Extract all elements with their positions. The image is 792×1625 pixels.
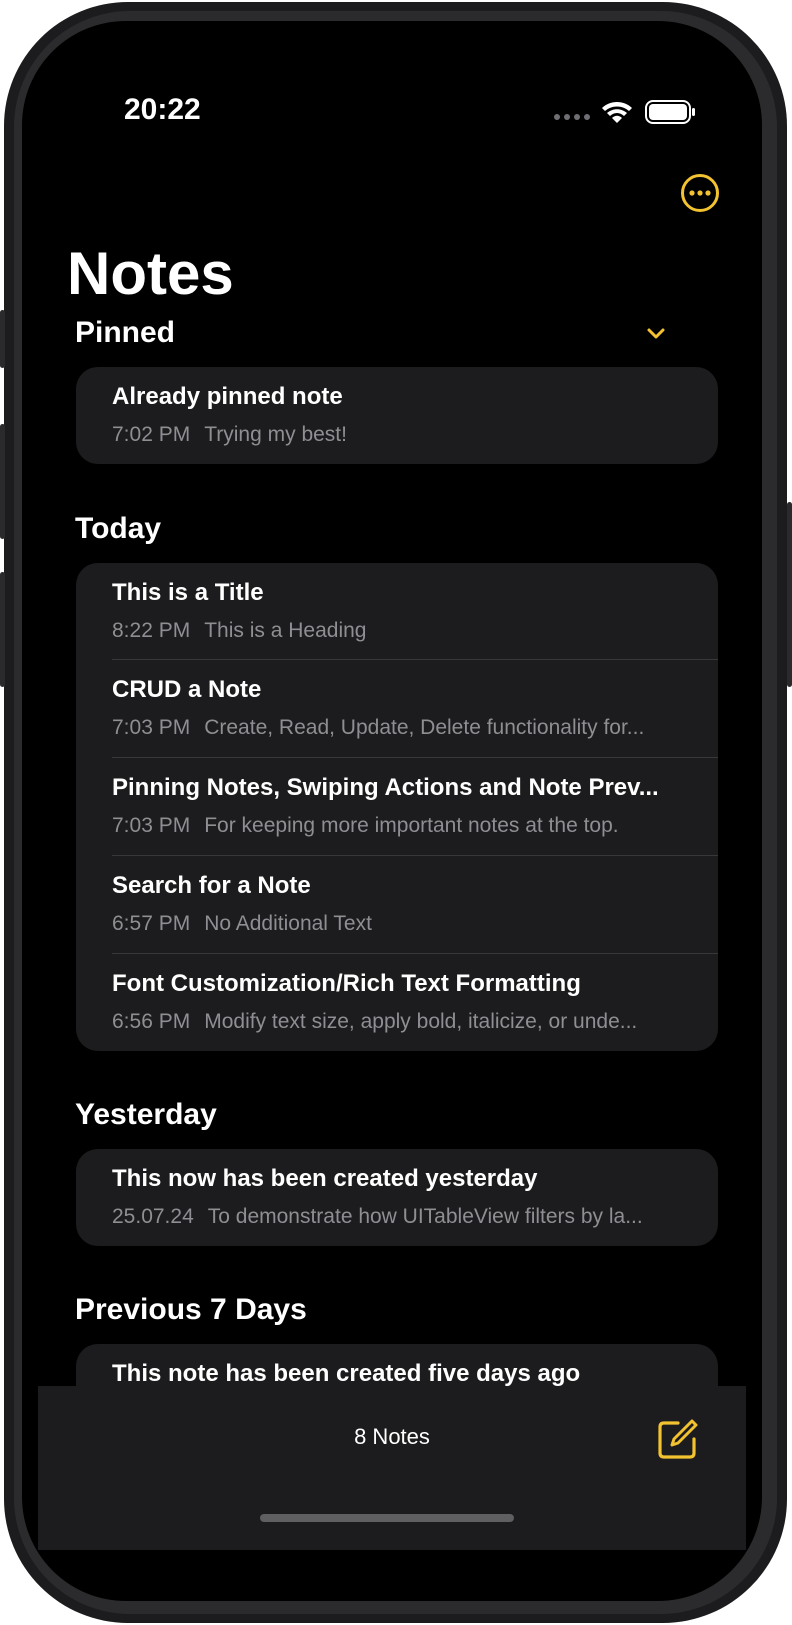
note-row[interactable]: This is a Title 8:22 PM This is a Heading xyxy=(76,563,718,660)
note-row[interactable]: Font Customization/Rich Text Formatting … xyxy=(76,954,718,1051)
note-time: 8:22 PM xyxy=(112,619,191,642)
note-meta: 7:02 PM Trying my best! xyxy=(112,423,702,447)
note-time: 6:57 PM xyxy=(112,912,191,935)
volume-down-button xyxy=(0,572,5,687)
status-time: 20:22 xyxy=(124,93,201,126)
section-header-previous-7-days: Previous 7 Days xyxy=(75,1293,307,1326)
section-header-yesterday: Yesterday xyxy=(75,1098,217,1131)
note-time: 7:02 PM xyxy=(112,423,191,446)
note-row[interactable]: Search for a Note 6:57 PM No Additional T… xyxy=(76,856,718,954)
bottom-toolbar: 8 Notes xyxy=(38,1386,746,1550)
home-indicator xyxy=(260,1514,514,1522)
note-time: 25.07.24 xyxy=(112,1205,194,1228)
note-preview: Create, Read, Update, Delete functionali… xyxy=(204,716,645,739)
note-row[interactable]: This now has been created yesterday 25.0… xyxy=(76,1149,718,1246)
note-meta: 7:03 PM Create, Read, Update, Delete func… xyxy=(112,716,702,740)
note-meta: 8:22 PM This is a Heading xyxy=(112,619,702,643)
note-preview: Modify text size, apply bold, italicize,… xyxy=(204,1010,638,1033)
note-time: 6:56 PM xyxy=(112,1010,191,1033)
note-meta: 6:57 PM No Additional Text xyxy=(112,912,702,936)
yesterday-notes-list: This now has been created yesterday 25.0… xyxy=(76,1149,718,1246)
compose-icon[interactable] xyxy=(656,1417,700,1461)
note-title: This is a Title xyxy=(112,579,264,606)
mute-switch xyxy=(0,310,5,368)
note-title: This now has been created yesterday xyxy=(112,1165,538,1192)
chevron-down-icon[interactable] xyxy=(643,321,669,347)
volume-up-button xyxy=(0,424,5,539)
screen: 20:22 Notes Pinned Already pinned note 7… xyxy=(22,21,762,1601)
cellular-signal-icon xyxy=(554,114,590,120)
note-meta: 7:03 PM For keeping more important notes … xyxy=(112,814,702,838)
note-meta: 25.07.24 To demonstrate how UITableView f… xyxy=(112,1205,702,1229)
section-header-today: Today xyxy=(75,512,162,545)
today-notes-list: This is a Title 8:22 PM This is a Heading… xyxy=(76,563,718,1051)
battery-icon xyxy=(645,100,695,124)
section-header-pinned: Pinned xyxy=(75,316,176,349)
note-count: 8 Notes xyxy=(354,1424,430,1449)
note-preview: To demonstrate how UITableView filters b… xyxy=(207,1205,643,1228)
note-time: 7:03 PM xyxy=(112,716,191,739)
note-time: 7:03 PM xyxy=(112,814,191,837)
note-title: Search for a Note xyxy=(112,872,311,899)
note-preview: Trying my best! xyxy=(204,423,347,446)
ellipsis-circle-icon[interactable] xyxy=(680,173,720,213)
note-title: CRUD a Note xyxy=(112,676,262,703)
note-preview: For keeping more important notes at the … xyxy=(204,814,619,837)
note-preview: This is a Heading xyxy=(204,619,367,642)
note-title: This note has been created five days ago xyxy=(112,1360,581,1387)
page-title: Notes xyxy=(67,240,234,307)
note-meta: 6:56 PM Modify text size, apply bold, ita… xyxy=(112,1010,702,1034)
note-title: Already pinned note xyxy=(112,383,343,410)
note-preview: No Additional Text xyxy=(204,912,372,935)
note-row[interactable]: Pinning Notes, Swiping Actions and Note … xyxy=(76,758,718,856)
note-title: Pinning Notes, Swiping Actions and Note … xyxy=(112,774,659,801)
status-icons xyxy=(554,100,695,124)
note-row[interactable]: Already pinned note 7:02 PM Trying my bes… xyxy=(76,367,718,464)
wifi-icon xyxy=(602,102,632,123)
note-title: Font Customization/Rich Text Formatting xyxy=(112,970,581,997)
pinned-notes-list: Already pinned note 7:02 PM Trying my bes… xyxy=(76,367,718,464)
power-button xyxy=(787,502,792,687)
note-row[interactable]: CRUD a Note 7:03 PM Create, Read, Update,… xyxy=(76,660,718,758)
